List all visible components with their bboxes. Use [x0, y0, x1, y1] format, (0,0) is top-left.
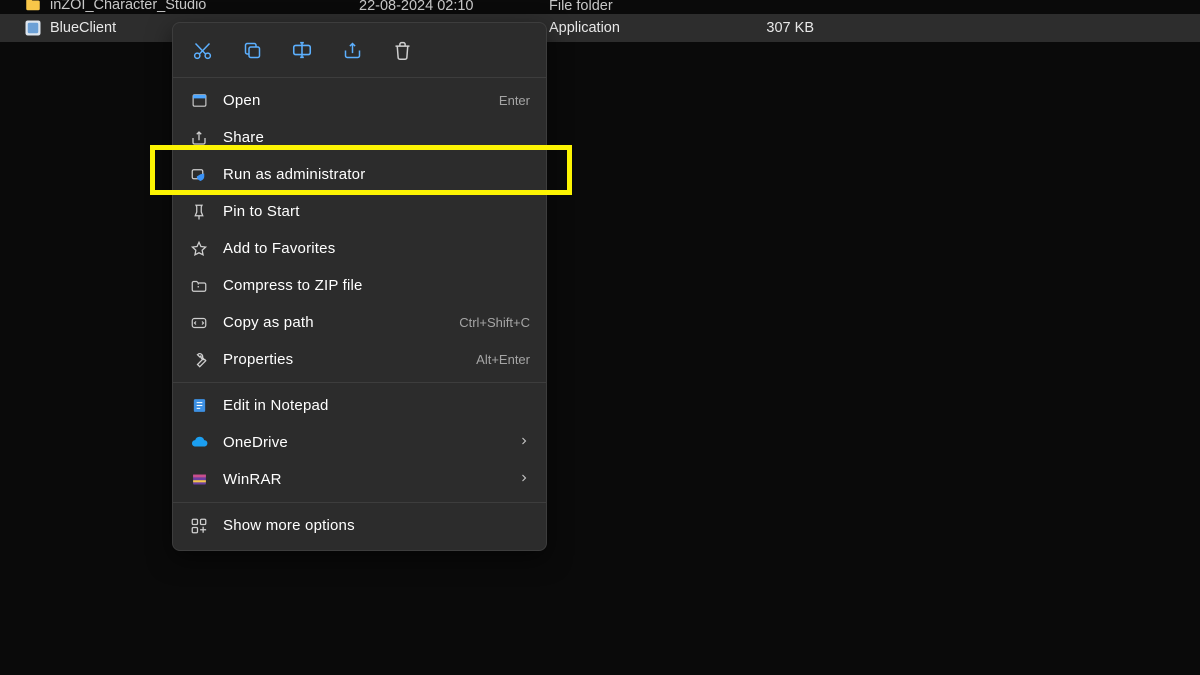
- menu-item-run-admin[interactable]: Run as administrator: [173, 156, 546, 193]
- menu-item-notepad[interactable]: Edit in Notepad: [173, 387, 546, 424]
- file-date: 22-08-2024 02:10: [359, 0, 549, 14]
- copy-icon[interactable]: [241, 39, 263, 61]
- chevron-right-icon: [518, 472, 530, 487]
- winrar-icon: [189, 470, 209, 490]
- menu-item-zip[interactable]: Compress to ZIP file: [173, 267, 546, 304]
- menu-item-label: Compress to ZIP file: [223, 277, 530, 294]
- menu-item-label: Pin to Start: [223, 203, 530, 220]
- cut-icon[interactable]: [191, 39, 213, 61]
- menu-item-pin[interactable]: Pin to Start: [173, 193, 546, 230]
- file-size: 307 KB: [734, 20, 814, 36]
- share-icon[interactable]: [341, 39, 363, 61]
- wrench-icon: [189, 350, 209, 370]
- file-type: File folder: [549, 0, 734, 14]
- notepad-icon: [189, 396, 209, 416]
- menu-item-open[interactable]: Open Enter: [173, 82, 546, 119]
- action-bar: [173, 29, 546, 73]
- menu-item-label: Properties: [223, 351, 476, 368]
- menu-item-onedrive[interactable]: OneDrive: [173, 424, 546, 461]
- menu-item-shortcut: Enter: [499, 93, 530, 108]
- app-icon: [24, 19, 42, 37]
- menu-item-label: Show more options: [223, 517, 530, 534]
- menu-item-label: OneDrive: [223, 434, 518, 451]
- delete-icon[interactable]: [391, 39, 413, 61]
- onedrive-icon: [189, 433, 209, 453]
- zip-icon: [189, 276, 209, 296]
- menu-item-shortcut: Alt+Enter: [476, 352, 530, 367]
- menu-item-label: WinRAR: [223, 471, 518, 488]
- menu-item-properties[interactable]: Properties Alt+Enter: [173, 341, 546, 378]
- divider: [173, 77, 546, 78]
- menu-item-winrar[interactable]: WinRAR: [173, 461, 546, 498]
- menu-item-label: Open: [223, 92, 499, 109]
- file-row[interactable]: inZOI_Character_Studio 22-08-2024 02:10 …: [0, 0, 1200, 14]
- file-name: BlueClient: [50, 20, 116, 36]
- menu-item-more-options[interactable]: Show more options: [173, 507, 546, 544]
- divider: [173, 382, 546, 383]
- admin-shield-icon: [189, 165, 209, 185]
- menu-item-shortcut: Ctrl+Shift+C: [459, 315, 530, 330]
- menu-item-label: Share: [223, 129, 530, 146]
- rename-icon[interactable]: [291, 39, 313, 61]
- file-name: inZOI_Character_Studio: [50, 0, 206, 13]
- copy-path-icon: [189, 313, 209, 333]
- menu-item-favorites[interactable]: Add to Favorites: [173, 230, 546, 267]
- share-arrow-icon: [189, 128, 209, 148]
- menu-item-label: Copy as path: [223, 314, 459, 331]
- context-menu: Open Enter Share Run as administrator Pi…: [172, 22, 547, 551]
- menu-item-label: Run as administrator: [223, 166, 530, 183]
- menu-item-label: Edit in Notepad: [223, 397, 530, 414]
- star-icon: [189, 239, 209, 259]
- pin-icon: [189, 202, 209, 222]
- more-options-icon: [189, 516, 209, 536]
- open-icon: [189, 91, 209, 111]
- menu-item-label: Add to Favorites: [223, 240, 530, 257]
- menu-item-share[interactable]: Share: [173, 119, 546, 156]
- folder-icon: [24, 0, 42, 14]
- menu-item-copy-path[interactable]: Copy as path Ctrl+Shift+C: [173, 304, 546, 341]
- chevron-right-icon: [518, 435, 530, 450]
- file-type: Application: [549, 20, 734, 36]
- divider: [173, 502, 546, 503]
